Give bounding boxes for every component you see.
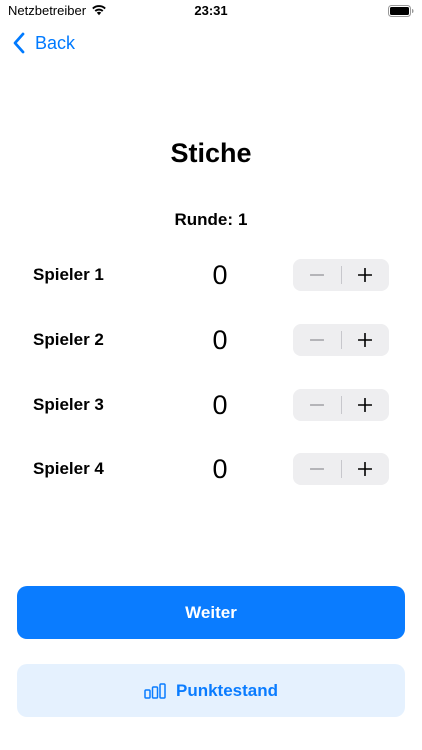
decrement-button[interactable] [293,259,341,291]
next-button[interactable]: Weiter [17,586,405,639]
chevron-left-icon [13,32,25,54]
status-time: 23:31 [194,3,228,18]
player-name: Spieler 3 [33,395,104,414]
round-label: Runde: [174,210,234,229]
scores-button[interactable]: Punktestand [17,664,405,717]
player-count: 0 [212,390,228,420]
increment-button[interactable] [342,453,390,485]
trick-stepper [293,389,389,421]
plus-icon [358,333,373,347]
increment-button[interactable] [342,324,390,356]
decrement-button[interactable] [293,453,341,485]
battery-icon [388,4,414,17]
plus-icon [358,268,373,282]
player-row: Spieler 1 0 [0,255,422,295]
minus-icon [309,274,324,276]
minus-icon [309,404,324,406]
page-title: Stiche [170,138,252,168]
decrement-button[interactable] [293,324,341,356]
player-count: 0 [212,260,228,290]
minus-icon [309,468,324,470]
back-label: Back [35,33,76,53]
scores-button-label: Punktestand [175,680,279,700]
trick-stepper [293,324,389,356]
round-indicator: Runde: 1 [0,208,422,232]
increment-button[interactable] [342,259,390,291]
next-button-label: Weiter [185,602,237,622]
plus-icon [358,398,373,412]
player-name: Spieler 2 [33,330,104,349]
player-row: Spieler 2 0 [0,320,422,360]
trick-stepper [293,259,389,291]
minus-icon [309,339,324,341]
trick-stepper [293,453,389,485]
increment-button[interactable] [342,389,390,421]
bar-chart-icon [144,682,166,699]
back-button[interactable]: Back [12,29,75,57]
player-row: Spieler 4 0 [0,449,422,489]
player-count: 0 [212,325,228,355]
round-number: 1 [238,210,248,229]
player-name: Spieler 4 [33,459,104,478]
player-count: 0 [212,454,228,484]
decrement-button[interactable] [293,389,341,421]
plus-icon [358,462,373,476]
status-bar: Netzbetreiber 23:31 [0,0,422,22]
player-row: Spieler 3 0 [0,385,422,425]
player-name: Spieler 1 [33,265,104,284]
